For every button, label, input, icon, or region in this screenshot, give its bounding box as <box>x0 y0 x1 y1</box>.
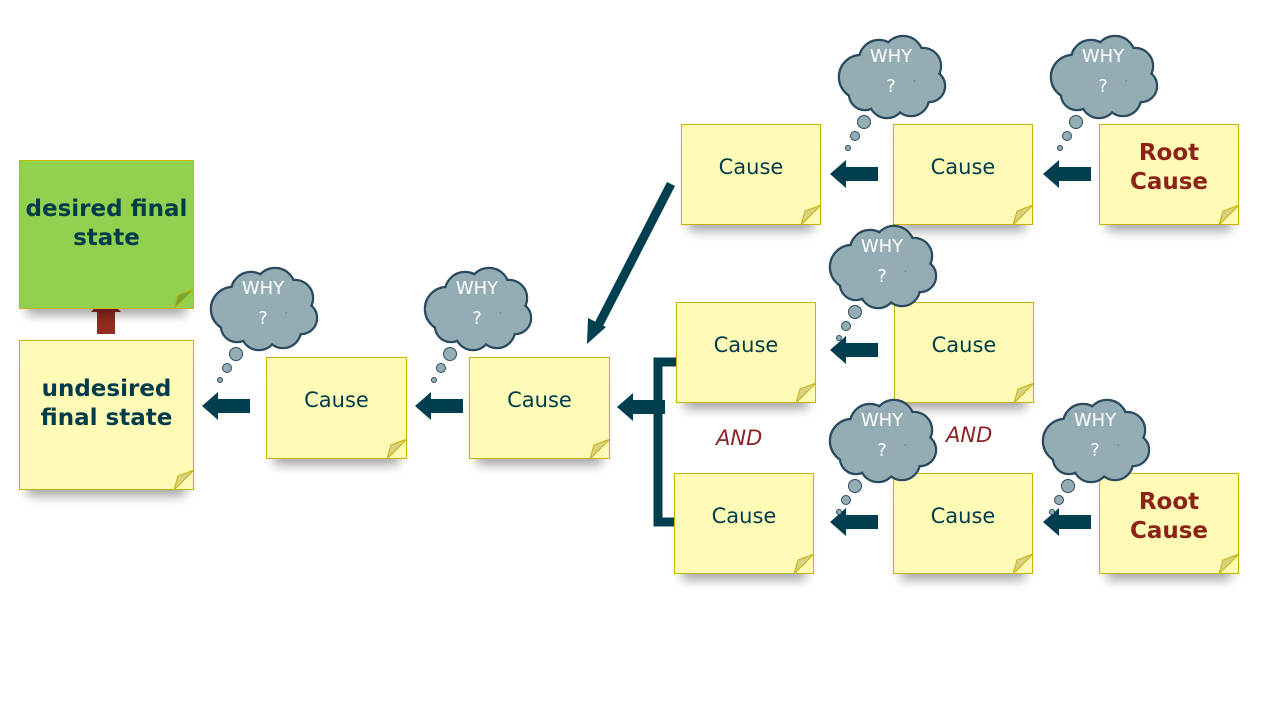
note-text: undesired final state <box>40 376 173 431</box>
fold-icon <box>174 470 194 490</box>
fold-icon <box>174 289 194 309</box>
why-text: WHY <box>860 410 904 431</box>
cause-note: Cause <box>676 302 816 403</box>
cause-note: Cause <box>681 124 821 225</box>
why-thought-cloud: WHY? <box>822 222 942 341</box>
question-mark-text: ? <box>877 440 887 461</box>
and-label: AND <box>946 423 993 447</box>
fold-icon <box>387 439 407 459</box>
note-text: Cause <box>713 333 779 357</box>
question-mark-text: ? <box>886 76 896 97</box>
note-text: desired final state <box>25 196 188 251</box>
undesired-final-state-note: undesired final state <box>19 340 194 490</box>
fold-icon <box>794 554 814 574</box>
fold-icon <box>1013 554 1033 574</box>
fold-icon <box>1013 205 1033 225</box>
cloud-text: WHY? <box>822 406 942 466</box>
question-mark-text: ? <box>1090 440 1100 461</box>
cause-note: Cause <box>674 473 814 574</box>
why-thought-cloud: WHY? <box>417 264 537 383</box>
cloud-text: WHY? <box>822 232 942 292</box>
fold-icon <box>1219 205 1239 225</box>
and-label: AND <box>716 426 763 450</box>
why-text: WHY <box>860 236 904 257</box>
note-text: Cause <box>711 504 777 528</box>
question-mark-text: ? <box>877 266 887 287</box>
fold-icon <box>590 439 610 459</box>
why-text: WHY <box>455 278 499 299</box>
why-thought-cloud: WHY? <box>822 396 942 515</box>
why-text: WHY <box>1081 46 1125 67</box>
why-thought-cloud: WHY? <box>1043 32 1163 151</box>
fold-icon <box>1219 554 1239 574</box>
why-thought-cloud: WHY? <box>1035 396 1155 515</box>
cloud-text: WHY? <box>1035 406 1155 466</box>
desired-final-state-note: desired final state <box>19 160 194 309</box>
question-mark-text: ? <box>1098 76 1108 97</box>
cloud-text: WHY? <box>417 274 537 334</box>
why-thought-cloud: WHY? <box>831 32 951 151</box>
cloud-text: WHY? <box>831 42 951 102</box>
question-mark-text: ? <box>258 308 268 329</box>
why-text: WHY <box>1073 410 1117 431</box>
question-mark-text: ? <box>472 308 482 329</box>
why-text: WHY <box>869 46 913 67</box>
why-thought-cloud: WHY? <box>203 264 323 383</box>
cloud-text: WHY? <box>203 274 323 334</box>
cloud-text: WHY? <box>1043 42 1163 102</box>
why-text: WHY <box>241 278 285 299</box>
note-text: Cause <box>718 155 784 179</box>
diagonal-arrow-shaft <box>592 181 676 331</box>
